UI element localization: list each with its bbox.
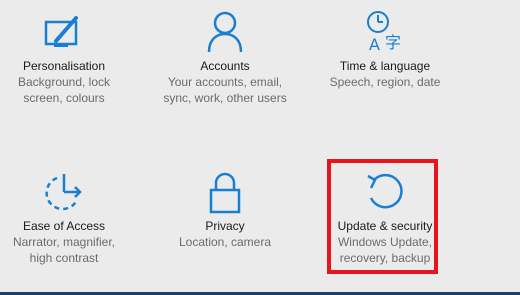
ease-of-access-icon	[45, 174, 82, 211]
tile-desc: Background, lock	[17, 75, 111, 89]
tile-accounts[interactable]: Accounts Your accounts, email, sync, wor…	[145, 10, 305, 106]
tile-desc: Narrator, magnifier,	[12, 235, 116, 249]
privacy-icon	[209, 172, 241, 214]
personalisation-icon	[44, 16, 78, 47]
tile-desc: sync, work, other users	[163, 91, 287, 105]
time-language-icon: A 字	[367, 11, 401, 54]
tile-title: Ease of Access	[22, 219, 106, 233]
tile-privacy[interactable]: Privacy Location, camera	[145, 170, 305, 250]
tile-title: Accounts	[200, 59, 250, 73]
highlight-box	[327, 159, 438, 274]
tile-title: Privacy	[205, 219, 245, 233]
tile-ease-of-access[interactable]: Ease of Access Narrator, magnifier, high…	[0, 170, 144, 266]
tile-personalisation[interactable]: Personalisation Background, lock screen,…	[0, 10, 144, 106]
tile-title: Time & language	[339, 59, 431, 73]
accounts-icon	[207, 11, 243, 53]
tile-desc: Your accounts, email,	[167, 75, 283, 89]
svg-text:字: 字	[385, 33, 401, 52]
tile-time-language[interactable]: A 字 Time & language Speech, region, date	[305, 10, 465, 90]
tile-title: Personalisation	[22, 59, 106, 73]
tile-desc: Location, camera	[178, 235, 272, 249]
tile-desc: high contrast	[29, 251, 99, 265]
tile-desc: screen, colours	[23, 91, 105, 105]
tile-desc: Speech, region, date	[329, 75, 441, 89]
svg-text:A: A	[369, 35, 380, 54]
